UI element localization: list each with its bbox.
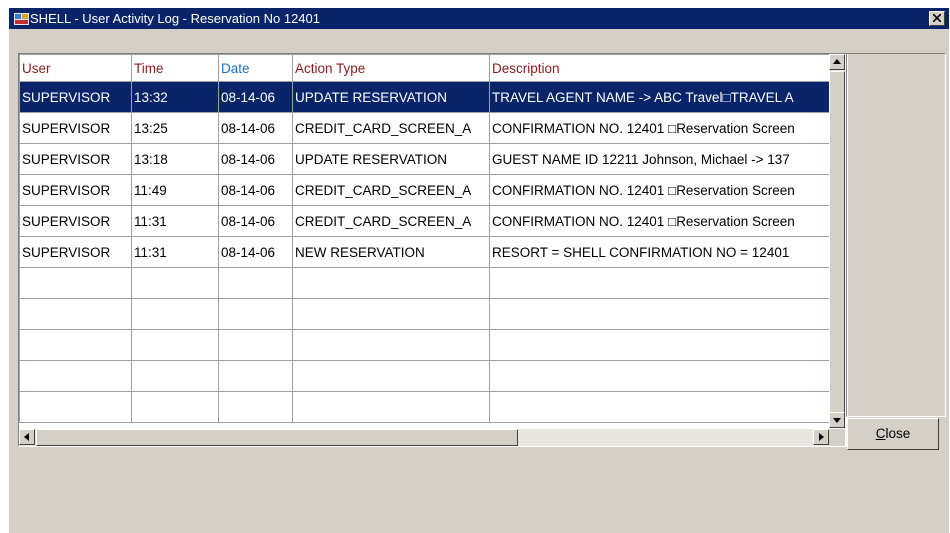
cell-date: 08-14-06 (218, 174, 293, 206)
side-panel (846, 53, 946, 417)
empty-table-row[interactable] (19, 329, 830, 361)
cell-time: 13:18 (131, 143, 219, 175)
arrow-left-icon (24, 433, 29, 441)
cell-time: 13:32 (131, 81, 219, 113)
empty-table-row[interactable] (19, 267, 830, 299)
empty-cell (489, 267, 830, 299)
empty-cell (19, 329, 132, 361)
cell-description: CONFIRMATION NO. 12401 □Reservation Scre… (489, 112, 830, 144)
empty-cell (218, 391, 293, 423)
grid-body: SUPERVISOR 13:32 08-14-06 UPDATE RESERVATIO… (19, 81, 830, 423)
cell-date: 08-14-06 (218, 112, 293, 144)
vertical-scrollbar[interactable] (829, 54, 845, 428)
horizontal-scrollbar[interactable] (19, 429, 829, 446)
scroll-left-button[interactable] (19, 429, 35, 445)
close-x-icon (933, 14, 941, 22)
table-row[interactable]: SUPERVISOR 11:31 08-14-06 NEW RESERVATION RE… (19, 236, 830, 268)
cell-date: 08-14-06 (218, 236, 293, 268)
table-row[interactable]: SUPERVISOR 13:32 08-14-06 UPDATE RESERVATIO… (19, 81, 830, 113)
cell-description: CONFIRMATION NO. 12401 □Reservation Scre… (489, 205, 830, 237)
cell-time: 11:31 (131, 205, 219, 237)
header-row: User Time Date Action Type Description (19, 54, 830, 82)
cell-action-type: UPDATE RESERVATION (292, 81, 490, 113)
cell-action-type: CREDIT_CARD_SCREEN_A (292, 112, 490, 144)
empty-cell (489, 298, 830, 330)
empty-cell (489, 360, 830, 392)
scroll-right-button[interactable] (813, 429, 829, 445)
activity-log-window: SHELL - User Activity Log - Reservation … (9, 8, 949, 533)
empty-cell (489, 391, 830, 423)
arrow-up-icon (833, 59, 841, 64)
activity-log-grid[interactable]: User Time Date Action Type Description S… (18, 53, 848, 447)
empty-cell (218, 298, 293, 330)
cell-description: GUEST NAME ID 12211 Johnson, Michael -> … (489, 143, 830, 175)
empty-cell (19, 360, 132, 392)
empty-cell (218, 267, 293, 299)
empty-cell (292, 360, 490, 392)
arrow-right-icon (819, 433, 824, 441)
cell-user: SUPERVISOR (19, 143, 132, 175)
cell-description: TRAVEL AGENT NAME -> ABC Travel□TRAVEL A (489, 81, 830, 113)
table-row[interactable]: SUPERVISOR 13:18 08-14-06 UPDATE RESERVATIO… (19, 143, 830, 175)
column-header-time[interactable]: Time (131, 54, 219, 82)
empty-table-row[interactable] (19, 360, 830, 392)
cell-time: 11:31 (131, 236, 219, 268)
vertical-scroll-thumb[interactable] (829, 71, 845, 413)
table-row[interactable]: SUPERVISOR 13:25 08-14-06 CREDIT_CARD_SCREE… (19, 112, 830, 144)
empty-cell (19, 298, 132, 330)
cell-action-type: CREDIT_CARD_SCREEN_A (292, 205, 490, 237)
table-row[interactable]: SUPERVISOR 11:31 08-14-06 CREDIT_CARD_SCREE… (19, 205, 830, 237)
empty-cell (131, 360, 219, 392)
app-icon (14, 13, 29, 25)
arrow-down-icon (833, 418, 841, 423)
activity-table: User Time Date Action Type Description S… (19, 54, 830, 423)
close-button[interactable]: Close (847, 418, 939, 450)
empty-cell (218, 360, 293, 392)
cell-description: CONFIRMATION NO. 12401 □Reservation Scre… (489, 174, 830, 206)
empty-table-row[interactable] (19, 298, 830, 330)
window-close-button[interactable] (929, 11, 945, 26)
cell-date: 08-14-06 (218, 205, 293, 237)
column-header-action-type[interactable]: Action Type (292, 54, 490, 82)
cell-user: SUPERVISOR (19, 236, 132, 268)
empty-cell (489, 329, 830, 361)
cell-time: 13:25 (131, 112, 219, 144)
empty-cell (292, 329, 490, 361)
cell-user: SUPERVISOR (19, 81, 132, 113)
scroll-up-button[interactable] (829, 54, 845, 70)
cell-description: RESORT = SHELL CONFIRMATION NO = 12401 (489, 236, 830, 268)
empty-cell (131, 298, 219, 330)
empty-cell (131, 267, 219, 299)
cell-user: SUPERVISOR (19, 174, 132, 206)
empty-cell (218, 329, 293, 361)
scrollbar-corner (829, 429, 845, 446)
empty-cell (131, 391, 219, 423)
scroll-down-button[interactable] (829, 412, 845, 428)
empty-cell (19, 267, 132, 299)
cell-time: 11:49 (131, 174, 219, 206)
column-header-description[interactable]: Description (489, 54, 830, 82)
empty-cell (19, 391, 132, 423)
cell-date: 08-14-06 (218, 81, 293, 113)
horizontal-scroll-thumb[interactable] (36, 429, 518, 446)
cell-action-type: CREDIT_CARD_SCREEN_A (292, 174, 490, 206)
empty-table-row[interactable] (19, 391, 830, 423)
window-title: SHELL - User Activity Log - Reservation … (30, 11, 320, 26)
cell-date: 08-14-06 (218, 143, 293, 175)
close-label: lose (885, 426, 911, 441)
empty-cell (292, 391, 490, 423)
empty-cell (131, 329, 219, 361)
empty-cell (292, 298, 490, 330)
column-header-date[interactable]: Date (218, 54, 293, 82)
column-header-user[interactable]: User (19, 54, 132, 82)
empty-cell (292, 267, 490, 299)
table-row[interactable]: SUPERVISOR 11:49 08-14-06 CREDIT_CARD_SCREE… (19, 174, 830, 206)
cell-user: SUPERVISOR (19, 112, 132, 144)
cell-user: SUPERVISOR (19, 205, 132, 237)
cell-action-type: NEW RESERVATION (292, 236, 490, 268)
title-bar[interactable]: SHELL - User Activity Log - Reservation … (9, 8, 949, 29)
cell-action-type: UPDATE RESERVATION (292, 143, 490, 175)
